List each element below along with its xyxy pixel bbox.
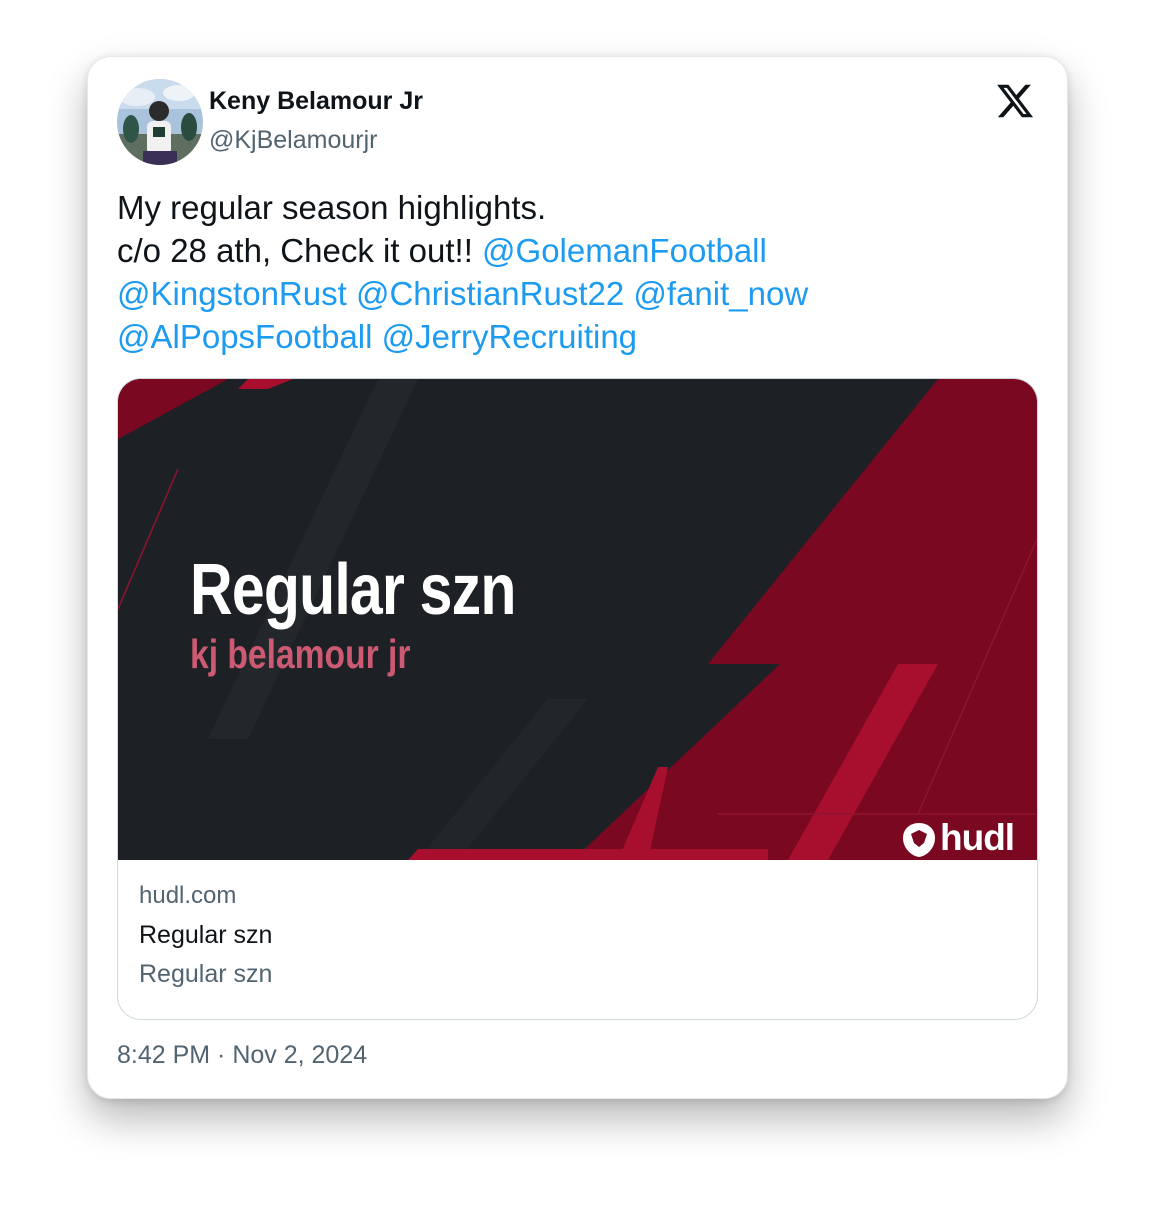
link-preview-card[interactable]: Regular szn kj belamour jr hudl hudl.com… xyxy=(117,378,1038,1020)
mention-fanit-now[interactable]: @fanit_now xyxy=(633,275,808,312)
avatar[interactable] xyxy=(117,79,203,165)
tweet-line-2-text: c/o 28 ath, Check it out!! xyxy=(117,232,483,269)
link-domain: hudl.com xyxy=(139,882,237,909)
tweet-line-3: @KingstonRust @ChristianRust22 @fanit_no… xyxy=(117,272,1037,315)
x-logo-icon[interactable] xyxy=(995,81,1035,121)
video-subtitle: kj belamour jr xyxy=(190,631,411,677)
timestamp[interactable]: 8:42 PM · Nov 2, 2024 xyxy=(117,1041,367,1070)
mention-kingstonrust[interactable]: @KingstonRust xyxy=(117,275,347,312)
mention-alpopsfootball[interactable]: @AlPopsFootball xyxy=(117,318,372,355)
tweet-line-1: My regular season highlights. xyxy=(117,189,547,226)
tweet-line-4: @AlPopsFootball @JerryRecruiting xyxy=(117,315,1037,358)
mention-golemanfootball[interactable]: @GolemanFootball xyxy=(482,232,767,269)
video-title: Regular szn xyxy=(190,550,516,630)
mention-christianrust22[interactable]: @ChristianRust22 xyxy=(356,275,624,312)
hudl-shield-icon xyxy=(903,823,935,857)
mention-jerryrecruiting[interactable]: @JerryRecruiting xyxy=(382,318,637,355)
link-title: Regular szn xyxy=(139,921,273,949)
author-name[interactable]: Keny Belamour Jr xyxy=(209,87,423,116)
link-description: Regular szn xyxy=(139,960,273,988)
tweet-card: Keny Belamour Jr @KjBelamourjr My regula… xyxy=(87,56,1068,1099)
tweet-text: My regular season highlights. c/o 28 ath… xyxy=(117,186,1037,358)
tweet-line-2: c/o 28 ath, Check it out!! @GolemanFootb… xyxy=(117,229,1037,272)
hudl-wordmark: hudl xyxy=(940,817,1015,858)
avatar-photo xyxy=(117,79,203,165)
author-handle[interactable]: @KjBelamourjr xyxy=(209,126,377,155)
